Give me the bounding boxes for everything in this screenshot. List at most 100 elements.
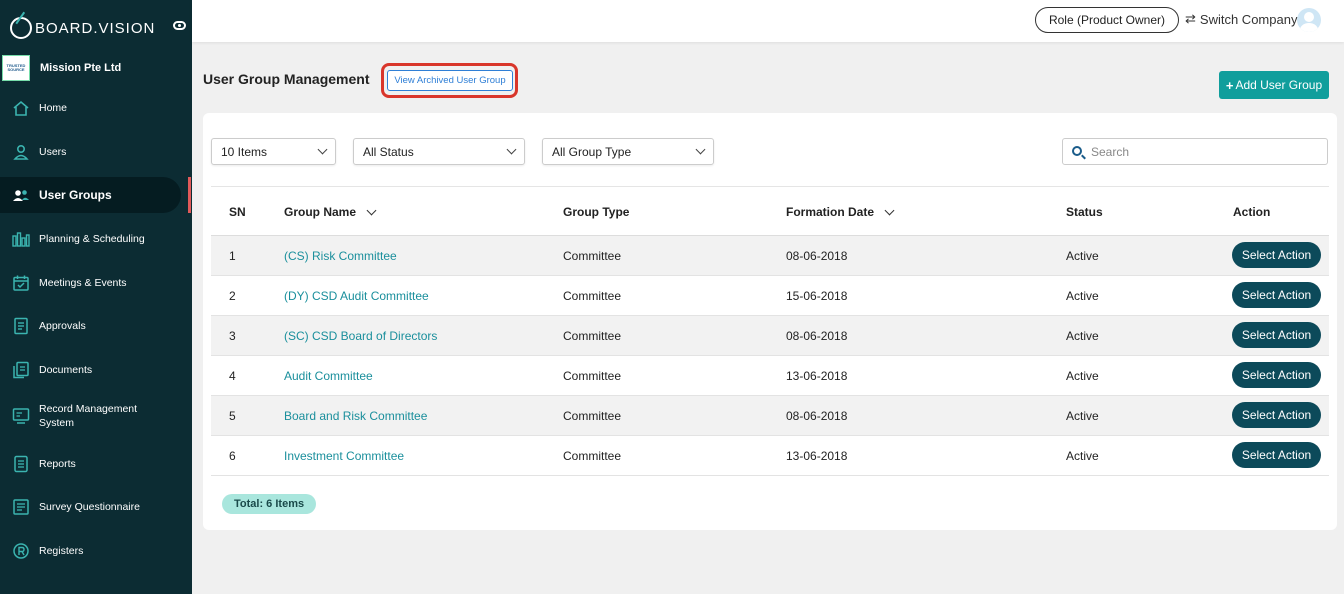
row-status: Active: [1066, 369, 1099, 383]
swap-arrows-icon: ⇄: [1185, 11, 1196, 26]
table-row: 5 Board and Risk Committee Committee 08-…: [211, 396, 1329, 436]
table-row: 6 Investment Committee Committee 13-06-2…: [211, 436, 1329, 476]
group-name-link[interactable]: (DY) CSD Audit Committee: [284, 289, 429, 303]
column-header-status: Status: [1066, 205, 1103, 219]
calendar-icon: [12, 274, 30, 292]
chevron-down-icon: [695, 144, 706, 155]
record-monitor-icon: [12, 407, 30, 425]
search-input[interactable]: Search: [1062, 138, 1328, 165]
chevron-down-icon: [506, 144, 517, 155]
survey-icon: [12, 498, 30, 516]
view-archived-button[interactable]: View Archived User Group: [387, 70, 513, 91]
switch-company-button[interactable]: ⇄ Switch Company: [1185, 11, 1297, 27]
row-status: Active: [1066, 449, 1099, 463]
user-group-table: SN Group Name Group Type Formation Date …: [211, 186, 1329, 476]
group-type-filter-value: All Group Type: [552, 144, 632, 159]
column-header-group-type: Group Type: [563, 205, 630, 219]
user-group-icon: [12, 186, 30, 204]
registered-icon: [12, 542, 30, 560]
sidebar-item-label: Users: [39, 146, 67, 158]
row-group-type: Committee: [563, 409, 622, 423]
sidebar-item-survey[interactable]: Survey Questionnaire: [0, 489, 192, 525]
row-sn: 2: [229, 289, 236, 303]
sidebar-item-label: Registers: [39, 545, 84, 557]
row-sn: 6: [229, 449, 236, 463]
row-status: Active: [1066, 409, 1099, 423]
company-selector[interactable]: TRUSTED SOURCE Mission Pte Ltd: [2, 54, 190, 82]
search-icon: [1072, 146, 1082, 156]
add-user-group-label: Add User Group: [1235, 78, 1323, 92]
group-name-link[interactable]: Audit Committee: [284, 369, 373, 383]
sidebar-toggle-icon[interactable]: [173, 21, 186, 30]
sort-chevron-icon[interactable]: [884, 205, 895, 215]
select-action-button[interactable]: Select Action: [1232, 242, 1321, 268]
column-header-group-name[interactable]: Group Name: [284, 205, 377, 219]
select-action-button[interactable]: Select Action: [1232, 362, 1321, 388]
sidebar-item-reports[interactable]: Reports: [0, 446, 192, 482]
company-logo: TRUSTED SOURCE: [2, 55, 30, 81]
select-action-button[interactable]: Select Action: [1232, 402, 1321, 428]
sidebar-item-label: Home: [39, 102, 68, 114]
top-bar: Role (Product Owner) ⇄ Switch Company: [192, 0, 1344, 42]
group-name-link[interactable]: Board and Risk Committee: [284, 409, 427, 423]
sidebar-item-label: Planning & Scheduling: [39, 233, 145, 245]
status-filter-select[interactable]: All Status: [353, 138, 525, 165]
board-vision-logo-icon: [10, 17, 32, 39]
documents-icon: [12, 361, 30, 379]
group-type-filter-select[interactable]: All Group Type: [542, 138, 714, 165]
sidebar-item-label: Record Management System: [39, 403, 138, 429]
row-sn: 1: [229, 249, 236, 263]
brand-logo[interactable]: BOARD.VISION: [10, 16, 186, 40]
table-row: 2 (DY) CSD Audit Committee Committee 15-…: [211, 276, 1329, 316]
total-items-badge: Total: 6 Items: [222, 494, 317, 514]
sidebar-item-label: Survey Questionnaire: [39, 501, 140, 513]
row-sn: 3: [229, 329, 236, 343]
active-nav-marker: [188, 177, 191, 213]
sidebar-item-label: User Groups: [39, 188, 112, 202]
table-row: 1 (CS) Risk Committee Committee 08-06-20…: [211, 236, 1329, 276]
column-header-sn: SN: [229, 205, 246, 219]
select-action-button[interactable]: Select Action: [1232, 442, 1321, 468]
select-action-button[interactable]: Select Action: [1232, 322, 1321, 348]
switch-company-label: Switch Company: [1199, 11, 1298, 27]
row-group-type: Committee: [563, 329, 622, 343]
search-placeholder: Search: [1091, 144, 1130, 159]
add-user-group-button[interactable]: + Add User Group: [1219, 71, 1329, 99]
row-group-type: Committee: [563, 449, 622, 463]
items-per-page-value: 10 Items: [221, 144, 268, 159]
page-title: User Group Management: [203, 71, 370, 87]
column-header-formation-date[interactable]: Formation Date: [786, 205, 895, 219]
brand-name: BOARD.VISION: [35, 19, 156, 37]
sidebar-item-label: Approvals: [39, 320, 86, 332]
row-sn: 5: [229, 409, 236, 423]
sidebar: BOARD.VISION TRUSTED SOURCE Mission Pte …: [0, 0, 192, 594]
approval-doc-icon: [12, 317, 30, 335]
sidebar-item-documents[interactable]: Documents: [0, 352, 192, 388]
group-name-link[interactable]: Investment Committee: [284, 449, 404, 463]
row-sn: 4: [229, 369, 236, 383]
sidebar-item-home[interactable]: Home: [0, 90, 192, 126]
company-name: Mission Pte Ltd: [40, 62, 122, 74]
items-per-page-select[interactable]: 10 Items: [211, 138, 336, 165]
sidebar-item-approvals[interactable]: Approvals: [0, 308, 192, 344]
row-formation-date: 08-06-2018: [786, 249, 848, 263]
row-status: Active: [1066, 289, 1099, 303]
sidebar-item-users[interactable]: Users: [0, 134, 192, 170]
chart-bars-icon: [12, 230, 30, 248]
avatar[interactable]: [1297, 8, 1321, 32]
sort-chevron-icon[interactable]: [366, 205, 377, 215]
sidebar-item-registers[interactable]: Registers: [0, 533, 192, 569]
table-row: 4 Audit Committee Committee 13-06-2018 A…: [211, 356, 1329, 396]
row-group-type: Committee: [563, 289, 622, 303]
user-icon: [12, 143, 30, 161]
sidebar-item-planning[interactable]: Planning & Scheduling: [0, 221, 192, 257]
row-status: Active: [1066, 329, 1099, 343]
sidebar-item-record-management[interactable]: Record Management System: [0, 398, 192, 434]
select-action-button[interactable]: Select Action: [1232, 282, 1321, 308]
group-name-link[interactable]: (SC) CSD Board of Directors: [284, 329, 437, 343]
table-header: SN Group Name Group Type Formation Date …: [211, 186, 1329, 236]
group-name-link[interactable]: (CS) Risk Committee: [284, 249, 397, 263]
sidebar-item-user-groups[interactable]: User Groups: [0, 177, 181, 213]
sidebar-item-meetings[interactable]: Meetings & Events: [0, 265, 192, 301]
role-button[interactable]: Role (Product Owner): [1035, 7, 1179, 33]
